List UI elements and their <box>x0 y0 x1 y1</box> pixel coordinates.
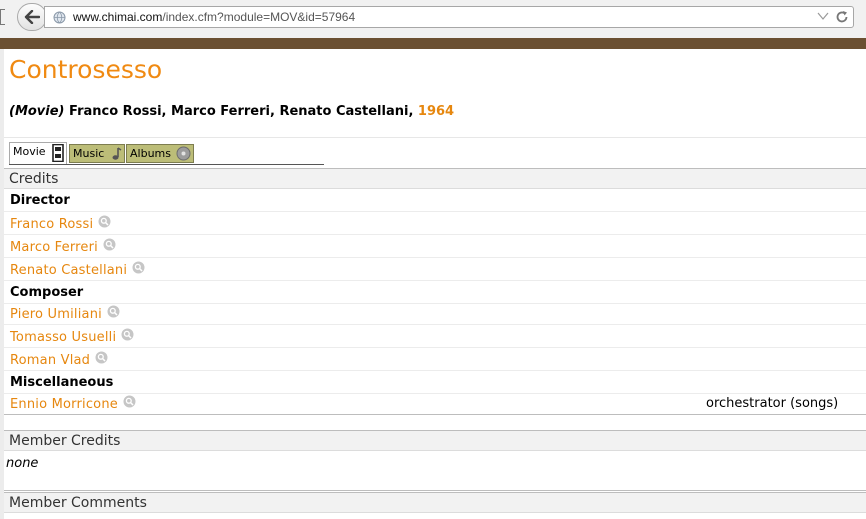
credits-heading: Credits <box>4 168 866 189</box>
credit-row: Renato Castellani <box>4 258 866 281</box>
credit-row: Tomasso Usuelli <box>4 325 866 348</box>
tab-movie[interactable]: Movie <box>9 142 67 164</box>
person-link[interactable]: Marco Ferreri <box>10 238 116 255</box>
magnifier-icon[interactable] <box>103 238 116 251</box>
magnifier-icon[interactable] <box>121 328 134 341</box>
role-row: Composer <box>4 281 866 304</box>
site-header-band <box>0 38 866 49</box>
credit-row: Marco Ferreri <box>4 235 866 258</box>
member-credits-body: none <box>4 451 866 491</box>
role-label: Miscellaneous <box>10 375 114 390</box>
person-link[interactable]: Renato Castellani <box>10 261 145 278</box>
tab-albums[interactable]: Albums <box>126 144 194 163</box>
person-link[interactable]: Franco Rossi <box>10 215 111 232</box>
dropdown-arrow-icon[interactable] <box>817 11 829 21</box>
role-label: Composer <box>10 285 84 300</box>
credit-row: Roman Vlad <box>4 348 866 371</box>
tab-bar: Movie Music Albums <box>9 141 324 165</box>
magnifier-icon[interactable] <box>123 395 136 408</box>
back-arrow-icon <box>24 10 40 24</box>
role-label: Director <box>10 193 70 208</box>
url-host: www.chimai.com <box>73 10 163 24</box>
member-comments-heading: Member Comments <box>4 492 866 513</box>
person-link[interactable]: Roman Vlad <box>10 351 108 368</box>
magnifier-icon[interactable] <box>95 351 108 364</box>
person-link[interactable]: Tomasso Usuelli <box>10 328 134 345</box>
globe-icon <box>53 11 66 24</box>
tab-label: Music <box>73 147 105 160</box>
back-button[interactable] <box>17 3 47 31</box>
role-row: Director <box>4 189 866 212</box>
disc-icon <box>176 146 191 161</box>
role-row: Miscellaneous <box>4 371 866 394</box>
page-title: Controsesso <box>9 55 163 84</box>
music-note-icon <box>112 147 122 160</box>
member-credits-value: none <box>6 456 39 471</box>
reload-icon[interactable] <box>835 10 849 24</box>
window-edge <box>0 9 5 25</box>
tab-label: Albums <box>130 147 171 160</box>
page-content: Controsesso (Movie) Franco Rossi, Marco … <box>0 49 866 519</box>
magnifier-icon[interactable] <box>132 261 145 274</box>
person-link[interactable]: Piero Umiliani <box>10 305 120 322</box>
credit-row: Ennio Morricone orchestrator (songs) <box>4 392 866 415</box>
url-path: /index.cfm?module=MOV&id=57964 <box>162 10 356 24</box>
year-link[interactable]: 1964 <box>418 104 454 119</box>
directors-line: Franco Rossi, Marco Ferreri, Renato Cast… <box>69 104 414 119</box>
tab-music[interactable]: Music <box>69 144 125 163</box>
credit-row: Franco Rossi <box>4 212 866 235</box>
member-credits-heading: Member Credits <box>4 430 866 451</box>
tab-label: Movie <box>13 145 46 158</box>
url-text[interactable]: www.chimai.com/index.cfm?module=MOV&id=5… <box>73 10 355 24</box>
credit-row: Piero Umiliani <box>4 302 866 325</box>
type-label: (Movie) <box>9 104 65 119</box>
browser-toolbar: www.chimai.com/index.cfm?module=MOV&id=5… <box>0 0 866 38</box>
film-icon <box>52 144 64 162</box>
divider <box>4 137 866 138</box>
credit-note: orchestrator (songs) <box>706 396 839 411</box>
person-link[interactable]: Ennio Morricone <box>10 395 136 412</box>
magnifier-icon[interactable] <box>107 305 120 318</box>
magnifier-icon[interactable] <box>98 215 111 228</box>
movie-subtitle: (Movie) Franco Rossi, Marco Ferreri, Ren… <box>9 104 454 119</box>
address-bar[interactable]: www.chimai.com/index.cfm?module=MOV&id=5… <box>44 6 854 28</box>
